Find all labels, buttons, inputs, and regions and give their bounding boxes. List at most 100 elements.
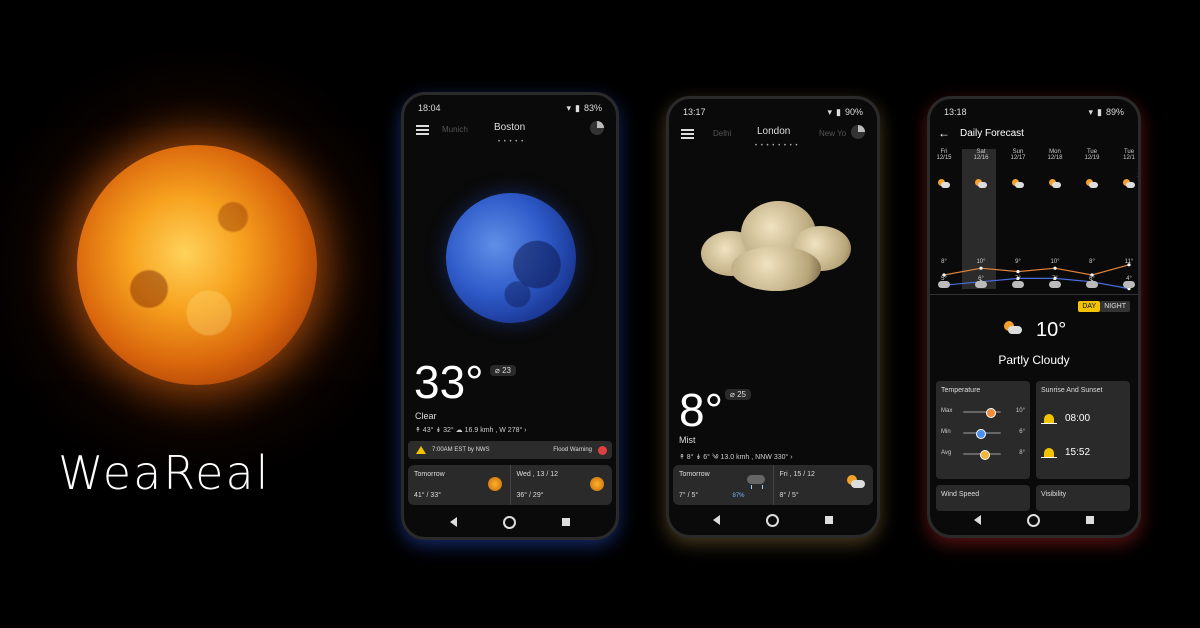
leaf-icon: ⌀ [495,366,500,375]
dismiss-alert-icon[interactable] [598,445,607,455]
home-icon[interactable] [503,515,516,529]
cloud-image [691,191,861,301]
forecast-tomorrow[interactable]: Tomorrow 7° / 5° 87% [673,465,773,505]
home-icon[interactable] [766,513,779,527]
battery-level: 89% [1105,107,1124,117]
day-column[interactable]: Mon 12/18 10° 7° [1038,149,1072,282]
forecast-range: 41° / 33° [414,492,442,499]
temperature-slider-row: Max 10° [941,407,1025,418]
refresh-icon[interactable] [851,125,865,139]
day-date: 12/18 [1047,155,1063,161]
day-column[interactable]: Tue12/12311°4° [1112,149,1141,282]
back-icon[interactable] [713,515,720,525]
toggle-day[interactable]: DAY [1078,301,1101,312]
wind-speed-card[interactable]: Wind Speed [936,485,1030,511]
day-date: 12/16 [973,155,989,161]
city-header: Munich Boston • • • • • [414,121,606,145]
day-column[interactable]: Tue 12/19 8° 6° [1075,149,1109,282]
forecast-strip: Tomorrow 41° / 33° Wed , 13 / 12 36° / 2… [408,465,612,505]
partly-cloudy-icon [975,179,987,188]
temp-point [979,266,983,270]
forecast-day: Tomorrow [679,471,710,478]
forecast-range: 36° / 29° [516,492,544,499]
aqi-badge[interactable]: ⌀ 23 [490,365,516,376]
android-nav-bar [930,511,1138,529]
current-temperature: 8° [679,384,723,436]
menu-icon[interactable] [416,125,429,135]
back-arrow-icon[interactable]: ← [938,126,950,140]
precip-value: 23 [1137,173,1141,179]
battery-level: 83% [583,103,602,113]
card-title: Wind Speed [941,491,980,498]
sunset-icon [1041,447,1057,458]
partly-cloudy-icon [1123,179,1135,188]
condition-text: Clear [415,411,437,421]
card-title: Sunrise And Sunset [1041,387,1103,394]
day-night-toggle[interactable]: DAY NIGHT [1078,301,1130,312]
city-tab-current[interactable]: Boston [494,122,525,133]
city-tab-prev[interactable]: Delhi [713,129,731,138]
slider-label: Max [941,408,953,414]
slider-value: 6° [1019,429,1025,435]
menu-icon[interactable] [681,129,694,139]
brand-logo-text: WeaReal [58,446,271,500]
slider-knob [986,408,997,418]
battery-level: 90% [844,107,863,117]
recents-icon[interactable] [825,516,833,524]
status-time: 18:04 [418,103,441,113]
temperature-card[interactable]: Temperature Max 10° Min 6° Avg 8° [936,381,1030,479]
phone-daily-forecast: 13:18 ▾ ▮ 89% ← Daily Forecast Fri 12/15 8° 5… [927,96,1141,538]
sun-icon [590,477,604,491]
partly-cloudy-icon [1086,179,1098,188]
day-date: 12/15 [936,155,952,161]
high-temp-line [943,264,1130,276]
partly-cloudy-icon [938,179,950,188]
night-cloud-icon [975,281,987,288]
sunrise-sunset-card[interactable]: Sunrise And Sunset 08:00 15:52 [1036,381,1130,479]
aqi-badge[interactable]: ⌀ 25 [725,389,751,400]
slider-track [963,450,1001,460]
recents-icon[interactable] [1086,516,1094,524]
wifi-icon: ▾ [1088,106,1094,117]
back-icon[interactable] [974,515,981,525]
forecast-fri[interactable]: Fri , 15 / 12 8° / 5° [772,465,874,505]
city-tab-prev[interactable]: Munich [442,125,468,134]
visibility-card[interactable]: Visibility [1036,485,1130,511]
page-title: Daily Forecast [960,127,1024,139]
status-time: 13:17 [683,107,706,117]
home-icon[interactable] [1027,513,1040,527]
forecast-strip: Tomorrow 7° / 5° 87% Fri , 15 / 12 8° / … [673,465,873,505]
partly-cloudy-icon [847,475,865,489]
battery-icon: ▮ [575,102,580,113]
weather-alert[interactable]: 7:00AM EST by NWS Flood Warning [408,441,612,459]
rain-cloud-icon [746,475,765,489]
hi-temp: 8° [1089,259,1095,265]
city-tab-next[interactable]: New Yo [819,129,846,138]
forecast-day: Wed , 13 / 12 [516,471,559,478]
page-dots: • • • • • • • • [755,143,799,149]
toggle-night[interactable]: NIGHT [1100,301,1130,312]
precip-chance: 87% [732,493,745,499]
wifi-icon: ▾ [566,102,572,113]
recents-icon[interactable] [562,518,570,526]
day-column[interactable]: Sun 12/17 9° 7° [1001,149,1035,282]
refresh-icon[interactable] [590,121,604,135]
forecast-wed[interactable]: Wed , 13 / 12 36° / 29° [509,465,613,505]
aqi-value: 23 [502,366,511,375]
day-column[interactable]: Sat 12/16 10° 6° [964,149,998,282]
current-temperature: 33° [414,356,484,408]
slider-knob [979,450,990,460]
hi-temp: 9° [1015,259,1021,265]
city-tab-current[interactable]: London [757,126,790,137]
forecast-tomorrow[interactable]: Tomorrow 41° / 33° [408,465,510,505]
status-bar: 13:18 ▾ ▮ 89% [944,105,1124,119]
hi-temp: 11° [1124,259,1134,265]
night-cloud-icon [1086,281,1098,288]
temperature-slider-row: Min 6° [941,428,1025,439]
partly-cloudy-icon [1049,179,1061,188]
back-icon[interactable] [450,517,457,527]
sunset-time: 15:52 [1065,447,1091,458]
phone-london: 13:17 ▾ ▮ 90% Delhi London New Yo • • • • … [666,96,880,538]
day-column[interactable]: Fri 12/15 8° 5° [930,149,961,282]
weather-details[interactable]: ↟ 43° ↡ 32° ☁ 16.9 kmh , W 278° › [415,426,527,434]
